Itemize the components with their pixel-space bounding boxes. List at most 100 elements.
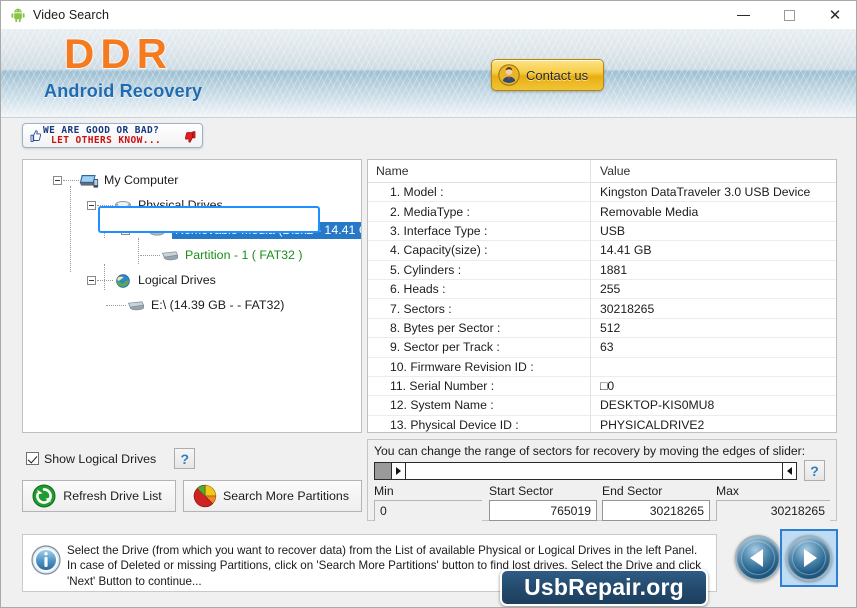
table-row[interactable]: 11. Serial Number : □0 — [368, 377, 836, 397]
window-controls: ✕ — [720, 1, 856, 29]
table-row[interactable]: 6. Heads : 255 — [368, 280, 836, 300]
detail-name-cell: 9. Sector per Track : — [390, 340, 500, 355]
detail-name-cell: 3. Interface Type : — [390, 223, 488, 238]
thumbs-up-icon — [28, 129, 42, 143]
watermark-badge: UsbRepair.org — [500, 569, 708, 606]
drive-details-panel[interactable]: Name Value 1. Model : Kingston DataTravel… — [367, 159, 837, 433]
close-button[interactable]: ✕ — [812, 1, 856, 29]
table-row[interactable]: 2. MediaType : Removable Media — [368, 202, 836, 222]
brand-logo: DDR — [63, 29, 173, 77]
minimize-icon — [736, 14, 750, 16]
refresh-drive-list-button[interactable]: Refresh Drive List — [22, 480, 176, 512]
application-window: Video Search ✕ DDR Android Recovery Cont… — [0, 0, 857, 608]
slider-start-handle[interactable] — [392, 463, 406, 479]
min-sector-field-group: Min 0 — [374, 484, 482, 521]
details-header-row: Name Value — [368, 160, 836, 183]
detail-value-cell: DESKTOP-KIS0MU8 — [600, 398, 715, 413]
table-row[interactable]: 8. Bytes per Sector : 512 — [368, 319, 836, 339]
next-button-focus-frame[interactable] — [780, 529, 838, 587]
detail-name-cell: 4. Capacity(size) : — [390, 243, 488, 258]
contact-us-button[interactable]: Contact us — [491, 59, 604, 91]
selection-focus-outline — [98, 206, 320, 233]
table-row[interactable]: 9. Sector per Track : 63 — [368, 338, 836, 358]
drive-tree: My Computer Physical Drives — [23, 160, 361, 318]
thumbs-down-icon — [184, 130, 198, 144]
detail-name-cell: 10. Firmware Revision ID : — [390, 359, 534, 374]
tree-item-my-computer[interactable]: My Computer — [23, 168, 361, 193]
detail-value-cell: 1881 — [600, 262, 628, 277]
max-sector-field-group: Max 30218265 — [716, 484, 830, 521]
computer-icon — [79, 173, 99, 189]
table-row[interactable]: 13. Physical Device ID : PHYSICALDRIVE2 — [368, 416, 836, 432]
table-row[interactable]: 7. Sectors : 30218265 — [368, 299, 836, 319]
detail-value-cell: 255 — [600, 282, 621, 297]
detail-value-cell: 512 — [600, 320, 621, 335]
min-sector-value: 0 — [374, 500, 482, 521]
sector-range-help-button[interactable]: ? — [804, 460, 825, 481]
show-logical-drives-help-button[interactable]: ? — [174, 448, 196, 469]
back-button[interactable] — [735, 535, 781, 581]
slider-handle-arrow-icon — [396, 467, 401, 475]
detail-name-cell: 6. Heads : — [390, 282, 446, 297]
tree-connector — [97, 280, 113, 281]
detail-name-cell: 8. Bytes per Sector : — [390, 320, 501, 335]
rating-line-1: WE ARE GOOD OR BAD? — [43, 124, 160, 136]
max-sector-label: Max — [716, 484, 740, 498]
expander-icon[interactable] — [53, 176, 62, 185]
show-logical-drives-row: Show Logical Drives ? — [26, 448, 196, 469]
end-sector-field-group: End Sector 30218265 — [602, 484, 710, 521]
help-question-icon: ? — [180, 450, 190, 467]
table-row[interactable]: 5. Cylinders : 1881 — [368, 261, 836, 280]
rating-badge[interactable]: WE ARE GOOD OR BAD? LET OTHERS KNOW... — [22, 123, 203, 148]
search-more-partitions-button[interactable]: Search More Partitions — [183, 480, 362, 512]
rating-line-2: LET OTHERS KNOW... — [51, 135, 162, 146]
expander-icon[interactable] — [87, 201, 96, 210]
tree-item-partition[interactable]: Partition - 1 ( FAT32 ) — [23, 243, 361, 268]
rating-badge-text: WE ARE GOOD OR BAD? LET OTHERS KNOW... — [43, 124, 162, 146]
detail-value-cell: Removable Media — [600, 204, 699, 219]
next-button-inner — [792, 541, 826, 575]
refresh-drive-list-label: Refresh Drive List — [63, 489, 162, 503]
slider-track[interactable] — [406, 463, 782, 479]
expander-icon[interactable] — [87, 276, 96, 285]
back-button-inner — [741, 541, 775, 575]
drive-icon — [126, 298, 146, 314]
detail-name-cell: 2. MediaType : — [390, 204, 470, 219]
details-column-value: Value — [600, 164, 631, 178]
end-sector-label: End Sector — [602, 484, 663, 498]
detail-name-cell: 12. System Name : — [390, 398, 494, 413]
detail-value-cell: USB — [600, 223, 626, 238]
maximize-button[interactable] — [766, 1, 812, 29]
search-more-partitions-label: Search More Partitions — [222, 489, 350, 503]
detail-name-cell: 13. Physical Device ID : — [390, 417, 519, 432]
table-row[interactable]: 1. Model : Kingston DataTraveler 3.0 USB … — [368, 183, 836, 203]
table-row[interactable]: 4. Capacity(size) : 14.41 GB — [368, 241, 836, 261]
tree-item-logical-drives[interactable]: Logical Drives — [23, 268, 361, 293]
slider-end-handle[interactable] — [782, 463, 796, 479]
table-row[interactable]: 12. System Name : DESKTOP-KIS0MU8 — [368, 396, 836, 416]
tree-connector — [106, 305, 126, 306]
refresh-circle-icon — [32, 484, 56, 508]
tree-connector — [140, 255, 160, 256]
show-logical-drives-label: Show Logical Drives — [44, 451, 157, 466]
contact-us-label: Contact us — [526, 67, 589, 83]
max-sector-value: 30218265 — [716, 500, 830, 521]
minimize-button[interactable] — [720, 1, 766, 29]
tree-item-logical-drive-e[interactable]: E:\ (14.39 GB - - FAT32) — [23, 293, 361, 318]
tree-label-logical-drive-e: E:\ (14.39 GB - - FAT32) — [151, 298, 285, 313]
pie-chart-icon — [193, 484, 217, 508]
close-icon: ✕ — [828, 5, 842, 24]
show-logical-drives-checkbox[interactable] — [26, 452, 39, 465]
drive-tree-panel[interactable]: My Computer Physical Drives — [22, 159, 362, 433]
end-sector-input[interactable]: 30218265 — [602, 500, 710, 521]
start-sector-field-group: Start Sector 765019 — [489, 484, 597, 521]
sector-range-slider[interactable] — [374, 462, 797, 480]
table-row[interactable]: 10. Firmware Revision ID : — [368, 358, 836, 377]
start-sector-input[interactable]: 765019 — [489, 500, 597, 521]
table-row[interactable]: 3. Interface Type : USB — [368, 222, 836, 242]
next-button[interactable] — [786, 535, 832, 581]
detail-value-cell: 30218265 — [600, 301, 655, 316]
next-arrow-icon — [804, 549, 817, 567]
partition-icon — [160, 248, 180, 264]
user-avatar-icon — [498, 64, 520, 86]
